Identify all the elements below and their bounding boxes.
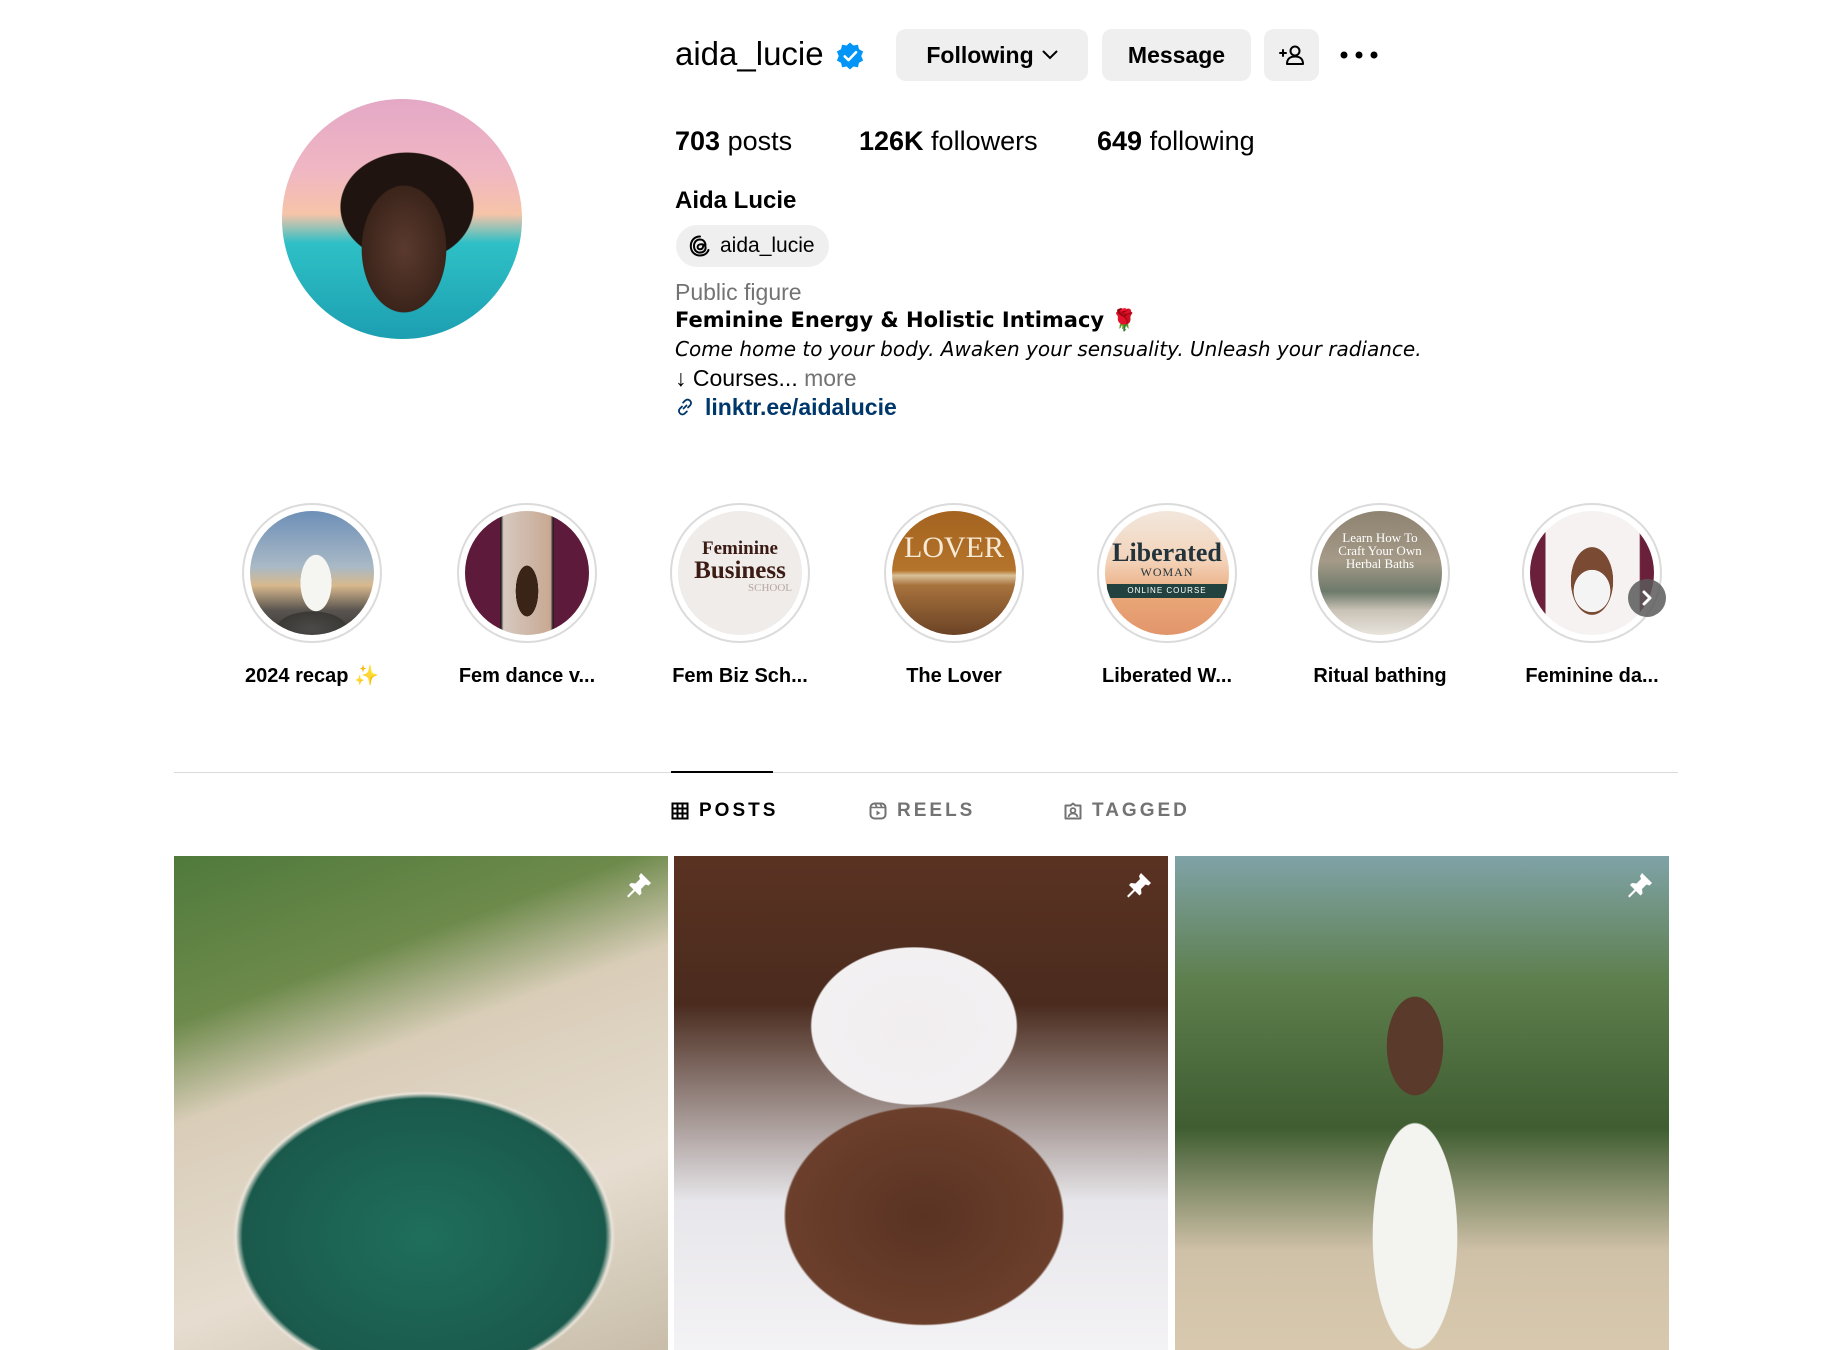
- highlight-cover-title: Feminine: [702, 537, 778, 559]
- highlight-item[interactable]: Feminine Business SCHOOL Fem Biz Sch...: [650, 503, 830, 689]
- tagged-icon: [1064, 802, 1082, 820]
- post-thumbnail[interactable]: [1175, 856, 1669, 1350]
- bio-link-text: linktr.ee/aidalucie: [705, 393, 897, 420]
- following-count[interactable]: 649 following: [1097, 124, 1255, 158]
- highlight-cover: [1530, 511, 1654, 635]
- tabs-divider: [174, 772, 1678, 773]
- highlight-cover: [465, 511, 589, 635]
- pinned-post-icon: [1628, 873, 1652, 898]
- link-icon: [678, 398, 692, 416]
- highlight-label: Fem dance v...: [458, 665, 596, 687]
- chevron-down-icon: [1042, 50, 1058, 60]
- profile-full-name: Aida Lucie: [675, 187, 797, 214]
- tab-reels-label: REELS: [897, 800, 976, 821]
- highlight-item[interactable]: Fem dance v...: [437, 503, 617, 689]
- highlight-label: Liberated W...: [1101, 665, 1233, 687]
- add-person-icon: [1278, 45, 1304, 65]
- tab-tagged-label: TAGGED: [1092, 800, 1190, 821]
- post-thumbnail[interactable]: [174, 856, 668, 1350]
- posts-count: 703 posts: [675, 126, 793, 156]
- highlight-ring: Learn How To Craft Your Own Herbal Baths: [1310, 503, 1450, 643]
- highlight-label: Ritual bathing: [1313, 665, 1447, 687]
- highlight-cover: LOVER: [892, 511, 1016, 635]
- highlight-item[interactable]: Learn How To Craft Your Own Herbal Baths…: [1290, 503, 1470, 689]
- highlight-cover-title: Business: [694, 556, 786, 584]
- highlight-ring: [242, 503, 382, 643]
- highlight-cover: Feminine Business SCHOOL: [678, 511, 802, 635]
- highlight-ring: [1522, 503, 1662, 643]
- highlight-cover: Liberated WOMAN ONLINE COURSE: [1105, 511, 1229, 635]
- highlight-cover-title: Herbal Baths: [1345, 556, 1415, 571]
- tab-posts[interactable]: POSTS: [671, 800, 778, 822]
- active-tab-indicator: [671, 771, 773, 773]
- threads-link-pill[interactable]: aida_lucie: [676, 225, 829, 267]
- suggest-accounts-button[interactable]: [1264, 29, 1319, 81]
- tab-reels[interactable]: REELS: [869, 800, 975, 822]
- highlight-label: Fem Biz Sch...: [672, 665, 808, 687]
- highlight-label: 2024 recap ✨: [245, 665, 379, 687]
- highlight-cover-title: LOVER: [904, 531, 1004, 564]
- bio-tagline: Come home to your body. Awaken your sens…: [675, 337, 1422, 361]
- followers-count[interactable]: 126K followers: [859, 124, 1038, 158]
- bio-headline: Feminine Energy & Holistic Intimacy 🌹: [675, 308, 1138, 332]
- highlight-cover: [250, 511, 374, 635]
- highlight-cover-title: Liberated: [1112, 538, 1222, 567]
- post-thumbnail[interactable]: [674, 856, 1168, 1350]
- message-button-label: Message: [1127, 41, 1226, 68]
- bio-courses-line: ↓ Courses... more: [675, 363, 857, 393]
- threads-handle: aida_lucie: [720, 234, 815, 257]
- chevron-right-icon: [1642, 590, 1652, 606]
- profile-category: Public figure: [675, 279, 802, 305]
- tab-tagged[interactable]: TAGGED: [1064, 800, 1190, 822]
- highlight-item[interactable]: 2024 recap ✨: [222, 503, 402, 689]
- verified-badge-icon: [836, 42, 864, 70]
- pinned-post-icon: [627, 873, 651, 898]
- bio-link[interactable]: linktr.ee/aidalucie: [675, 392, 897, 422]
- highlight-ring: [457, 503, 597, 643]
- tab-posts-label: POSTS: [699, 800, 779, 821]
- highlight-cover-subtitle: WOMAN: [1140, 565, 1194, 579]
- more-options-icon[interactable]: [1338, 44, 1380, 66]
- highlight-cover-banner: ONLINE COURSE: [1107, 584, 1227, 598]
- highlight-item[interactable]: Liberated WOMAN ONLINE COURSE Liberated …: [1077, 503, 1257, 689]
- highlight-cover-subtitle: SCHOOL: [747, 581, 792, 594]
- pinned-post-icon: [1127, 873, 1151, 898]
- highlights-next-button[interactable]: [1628, 579, 1666, 617]
- highlight-ring: LOVER: [884, 503, 1024, 643]
- highlight-label: The Lover: [906, 665, 1002, 687]
- highlight-item[interactable]: LOVER The Lover: [864, 503, 1044, 689]
- following-button[interactable]: Following: [896, 29, 1088, 81]
- profile-username: aida_lucie: [675, 35, 824, 72]
- highlight-cover: Learn How To Craft Your Own Herbal Baths: [1318, 511, 1442, 635]
- threads-icon: [689, 235, 710, 257]
- message-button[interactable]: Message: [1102, 29, 1251, 81]
- highlight-ring: Liberated WOMAN ONLINE COURSE: [1097, 503, 1237, 643]
- bio-more-link[interactable]: more: [804, 365, 856, 391]
- highlight-ring: Feminine Business SCHOOL: [670, 503, 810, 643]
- bio-courses-text: ↓ Courses...: [675, 365, 798, 391]
- reels-icon: [869, 802, 887, 820]
- following-button-label: Following: [926, 41, 1034, 68]
- profile-avatar[interactable]: [282, 99, 522, 339]
- highlight-label: Feminine da...: [1525, 665, 1659, 687]
- grid-icon: [671, 802, 689, 820]
